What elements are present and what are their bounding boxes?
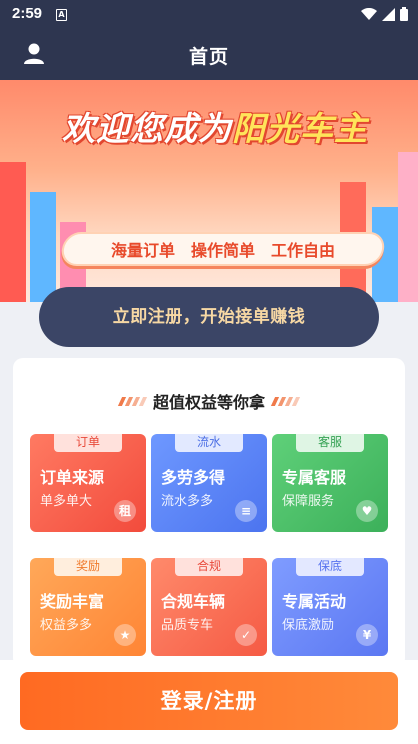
tile-subtitle: 权益多多 [40,618,93,633]
tile-title: 专属活动 [282,592,347,611]
tile-subtitle: 流水多多 [161,494,214,509]
slogan-item: 操作简单 [190,241,255,260]
banner-headline: 欢迎您成为阳光车主 [20,102,410,150]
benefit-tile-compliance[interactable]: 合规 合规车辆 品质专车 ✓ [151,558,267,656]
slogan-item: 海量订单 [110,241,175,260]
rent-icon: 租 [114,500,136,522]
banner-headline-main: 欢迎您成为 [62,109,232,148]
tile-title: 订单来源 [40,468,105,487]
banner-decor-bar [0,162,26,302]
banner-decor-bar [30,192,56,302]
tile-title: 专属客服 [282,468,347,487]
heart-icon: ♥ [356,500,378,522]
gift-icon: ★ [114,624,136,646]
login-register-button[interactable]: 登录/注册 [20,672,398,730]
tile-title: 合规车辆 [161,592,226,611]
app-notification-icon: A [56,9,67,21]
slogan-item: 工作自由 [271,241,336,260]
bottom-bar: 登录/注册 [0,660,418,744]
shield-icon: ✓ [235,624,257,646]
benefit-tile-orders[interactable]: 订单 订单来源 单多单大 租 [30,434,146,532]
tile-title: 多劳多得 [161,468,226,487]
money-icon: ¥ [356,624,378,646]
tile-tab: 合规 [175,558,243,576]
status-time: 2:59 [12,5,43,22]
decor-slashes-left [117,396,148,406]
tile-tab: 订单 [54,434,122,452]
banner-headline-highlight: 阳光车主 [232,109,368,148]
system-icons [361,7,408,21]
tile-subtitle: 单多单大 [40,494,93,509]
tile-tab: 奖励 [54,558,122,576]
tile-subtitle: 保底激励 [282,618,335,633]
tile-tab: 客服 [296,434,364,452]
register-cta-button[interactable]: 立即注册，开始接单赚钱 [39,287,379,347]
benefits-card: 超值权益等你拿 订单 订单来源 单多单大 租 流水 多劳多得 流水多多 ≡ 客服… [13,358,405,668]
page-title: 首页 [188,46,229,68]
tile-title: 奖励丰富 [40,592,105,611]
banner-slogan: 海量订单 操作简单 工作自由 [59,232,387,266]
benefits-title: 超值权益等你拿 [152,393,265,412]
benefit-tile-service[interactable]: 客服 专属客服 保障服务 ♥ [272,434,388,532]
signal-icon [382,7,395,21]
decor-slashes-right [270,396,301,406]
status-bar: 2:59 A [0,0,418,30]
battery-icon [400,7,408,21]
tile-subtitle: 保障服务 [282,494,335,509]
benefits-heading: 超值权益等你拿 [13,389,405,413]
tile-subtitle: 品质专车 [161,618,214,633]
promo-banner[interactable]: 欢迎您成为阳光车主 海量订单 操作简单 工作自由 ¥ [0,80,418,302]
benefit-tile-activity[interactable]: 保底 专属活动 保底激励 ¥ [272,558,388,656]
top-app-bar: 首页 [0,30,418,80]
banner-decor-bar [398,152,418,302]
wifi-icon [361,7,377,20]
benefit-tile-rewards[interactable]: 奖励 奖励丰富 权益多多 ★ [30,558,146,656]
tile-tab: 流水 [175,434,243,452]
document-icon: ≡ [235,500,257,522]
tile-tab: 保底 [296,558,364,576]
benefit-tile-income[interactable]: 流水 多劳多得 流水多多 ≡ [151,434,267,532]
